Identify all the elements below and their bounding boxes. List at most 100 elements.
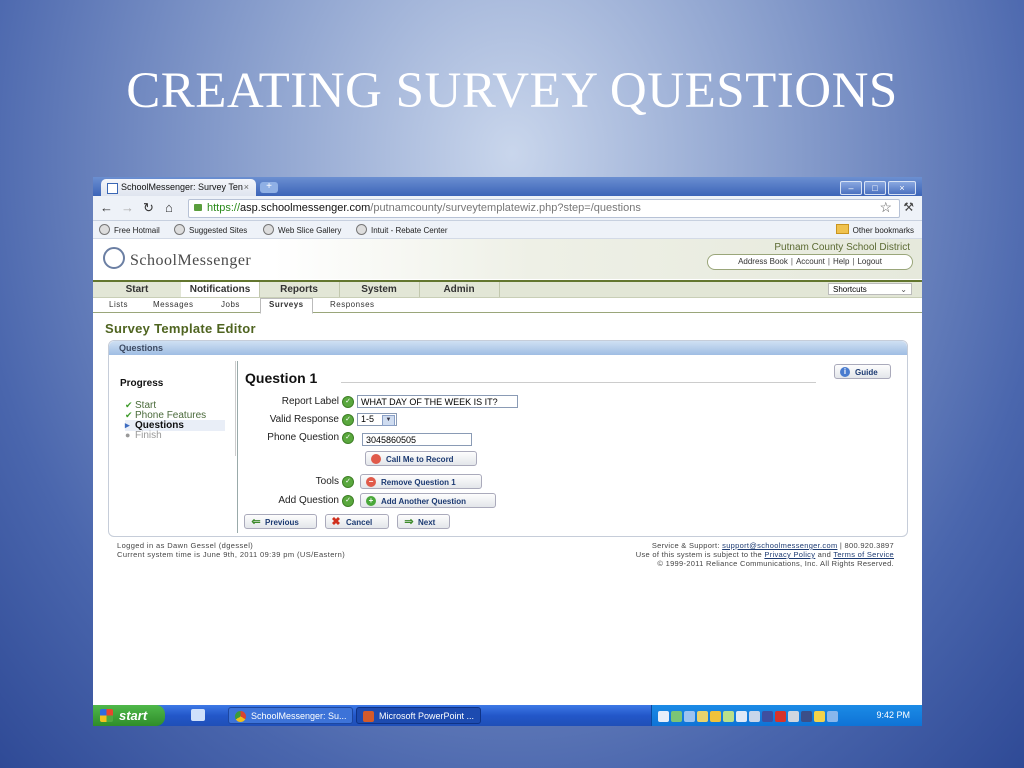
tab-close-icon[interactable]: ×	[244, 179, 249, 196]
check-icon: ✓	[342, 476, 354, 488]
chevron-down-icon: ▼	[382, 415, 395, 426]
slide-title: CREATING SURVEY QUESTIONS	[126, 63, 898, 119]
close-window-button[interactable]: ×	[888, 181, 916, 195]
info-icon: i	[840, 367, 850, 377]
subtab-jobs[interactable]: Jobs	[221, 300, 240, 309]
tab-reports[interactable]: Reports	[259, 282, 340, 297]
tab-system[interactable]: System	[339, 282, 420, 297]
privacy-policy-link[interactable]: Privacy Policy	[764, 550, 815, 559]
taskbar-item-chrome[interactable]: SchoolMessenger: Su...	[228, 707, 353, 724]
sub-nav: Lists Messages Jobs Surveys Responses	[93, 298, 922, 314]
schoolmessenger-logo: SchoolMessenger	[103, 247, 251, 270]
help-link[interactable]: Help	[833, 257, 849, 266]
subtab-lists[interactable]: Lists	[109, 300, 128, 309]
subtab-responses[interactable]: Responses	[330, 300, 375, 309]
terms-of-service-link[interactable]: Terms of Service	[833, 550, 894, 559]
account-links: Address Book | Account | Help | Logout	[707, 254, 913, 270]
next-button[interactable]: ⇒ Next	[397, 514, 450, 529]
address-book-link[interactable]: Address Book	[738, 257, 788, 266]
valid-response-label: Valid Response	[269, 414, 339, 425]
arrow-left-icon: ⇐	[251, 516, 261, 528]
system-tray: 9:42 PM	[651, 705, 922, 726]
progress-box: Progress ✔ Start ✔ Phone Features ▸ Questio…	[120, 361, 236, 456]
add-icon: +	[366, 496, 376, 506]
back-arrow-icon[interactable]: ←	[100, 200, 113, 215]
previous-button[interactable]: ⇐ Previous	[244, 514, 317, 529]
shortcuts-select[interactable]: Shortcuts ⌄	[828, 283, 912, 295]
main-nav: Start Notifications Reports System Admin…	[93, 280, 922, 298]
page-title: Survey Template Editor	[105, 321, 256, 336]
check-icon: ✓	[342, 495, 354, 507]
subtab-messages[interactable]: Messages	[153, 300, 193, 309]
minimize-button[interactable]: –	[840, 181, 862, 195]
phone-number-input[interactable]: 3045860505	[362, 433, 472, 446]
remove-question-button[interactable]: − Remove Question 1	[360, 474, 482, 489]
progress-step-finish: ● Finish	[125, 430, 162, 441]
check-icon: ✓	[342, 396, 354, 408]
account-link[interactable]: Account	[796, 257, 825, 266]
bookmark-web-slice-gallery[interactable]: Web Slice Gallery	[263, 224, 341, 235]
tab-strip: SchoolMessenger: Survey Ten × + – □ ×	[93, 177, 922, 196]
bookmark-star-icon[interactable]: ☆	[879, 199, 892, 216]
tab-notifications[interactable]: Notifications	[181, 282, 260, 297]
address-bar[interactable]: https://asp.schoolmessenger.com/putnamco…	[188, 199, 900, 218]
footer-session-info: Logged in as Dawn Gessel (dgessel) Curre…	[117, 541, 345, 559]
folder-icon	[835, 224, 849, 234]
home-icon[interactable]: ⌂	[165, 200, 173, 215]
other-bookmarks[interactable]: Other bookmarks	[835, 224, 914, 235]
bookmark-suggested-sites[interactable]: Suggested Sites	[174, 224, 247, 235]
forward-arrow-icon[interactable]: →	[121, 200, 134, 215]
guide-button[interactable]: i Guide	[834, 364, 891, 379]
system-time-text: Current system time is June 9th, 2011 09…	[117, 550, 346, 559]
start-button[interactable]: start	[93, 705, 165, 726]
globe-icon	[263, 224, 274, 235]
cancel-button[interactable]: ✖ Cancel	[325, 514, 389, 529]
bookmarks-bar: Free Hotmail Suggested Sites Web Slice G…	[93, 221, 922, 239]
subtab-surveys[interactable]: Surveys	[260, 298, 313, 314]
tab-title: SchoolMessenger: Survey Ten	[121, 182, 243, 192]
check-icon: ✓	[342, 432, 354, 444]
bookmark-intuit[interactable]: Intuit - Rebate Center	[356, 224, 447, 235]
globe-icon	[99, 224, 110, 235]
arrow-right-icon: ⇒	[404, 516, 414, 528]
questions-panel: Questions Progress ✔ Start ✔ Phone Feature…	[108, 340, 908, 537]
tab-admin[interactable]: Admin	[419, 282, 500, 297]
url-text: https://asp.schoolmessenger.com/putnamco…	[207, 202, 641, 214]
add-another-question-button[interactable]: + Add Another Question	[360, 493, 496, 508]
tray-icons	[658, 709, 840, 722]
logged-in-text: Logged in as Dawn Gessel (dgessel)	[117, 541, 254, 550]
report-label-input[interactable]: WHAT DAY OF THE WEEK IS IT?	[357, 395, 518, 408]
restore-button[interactable]: □	[864, 181, 886, 195]
tab-start[interactable]: Start	[93, 282, 182, 297]
copyright-text: © 1999-2011 Reliance Communications, Inc…	[657, 559, 894, 568]
wrench-icon[interactable]: ⚒	[903, 200, 914, 214]
logo-icon	[103, 247, 125, 269]
app-header: SchoolMessenger Putnam County School Dis…	[93, 239, 922, 279]
clock[interactable]: 9:42 PM	[876, 705, 910, 726]
browser-window: SchoolMessenger: Survey Ten × + – □ × ← → …	[93, 177, 922, 726]
call-me-to-record-button[interactable]: Call Me to Record	[365, 451, 477, 466]
quick-launch-icon[interactable]	[191, 709, 205, 721]
windows-logo-icon	[100, 709, 113, 722]
window-controls: – □ ×	[838, 178, 916, 195]
check-icon: ✓	[342, 414, 354, 426]
reload-icon[interactable]: ↻	[143, 200, 154, 216]
circle-icon: ●	[125, 430, 131, 440]
record-icon	[371, 454, 381, 464]
valid-response-select[interactable]: 1-5 ▼	[357, 413, 397, 426]
bookmark-free-hotmail[interactable]: Free Hotmail	[99, 224, 160, 235]
logout-link[interactable]: Logout	[857, 257, 881, 266]
taskbar-item-powerpoint[interactable]: Microsoft PowerPoint ...	[356, 707, 481, 724]
close-icon: ✖	[331, 516, 341, 528]
tools-label: Tools	[315, 476, 339, 487]
panel-header: Questions	[109, 341, 907, 355]
phone-question-label: Phone Question	[267, 432, 339, 443]
globe-icon	[174, 224, 185, 235]
remove-icon: −	[366, 477, 376, 487]
windows-taskbar: start SchoolMessenger: Su... Microsoft P…	[93, 705, 922, 726]
support-email-link[interactable]: support@schoolmessenger.com	[722, 541, 837, 550]
browser-tab[interactable]: SchoolMessenger: Survey Ten ×	[101, 179, 256, 196]
favicon-icon	[107, 183, 118, 194]
globe-icon	[356, 224, 367, 235]
new-tab-button[interactable]: +	[260, 182, 278, 193]
